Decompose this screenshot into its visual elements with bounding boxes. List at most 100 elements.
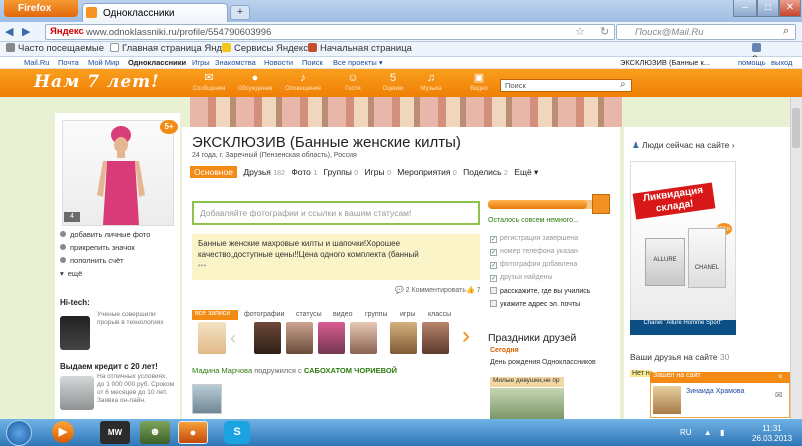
maximize-button[interactable]: □ [757, 0, 779, 17]
tab-groups[interactable]: Группы 0 [324, 167, 359, 177]
close-button[interactable]: ✕ [779, 0, 801, 17]
feed-filter-statuses[interactable]: статусы [296, 311, 322, 318]
portal-link-news[interactable]: Новости [264, 58, 293, 67]
friend-thumb[interactable] [350, 322, 377, 354]
tab-more[interactable]: Ещё ▾ [514, 167, 538, 178]
friend-thumb[interactable] [390, 322, 417, 354]
new-tab-button[interactable]: + [230, 5, 250, 20]
comment-link[interactable]: 💬 2 Комментировать [395, 286, 466, 294]
checklist-item-education[interactable]: расскажите, где вы учились [490, 287, 590, 295]
music-button[interactable]: ♫ Музыка [410, 72, 452, 94]
checklist-item-email[interactable]: укажите адрес эл. почты [490, 300, 580, 308]
portal-link-mail[interactable]: Почта [58, 58, 79, 67]
add-personal-photos-link[interactable]: добавить личные фото [60, 230, 150, 239]
skype-icon[interactable]: S [224, 421, 250, 444]
mw-app-icon[interactable]: MW [100, 421, 130, 444]
phones-ad-image[interactable] [60, 316, 90, 350]
feed-filter-all[interactable]: все записи [192, 310, 238, 320]
ratings-button[interactable]: 5 Оценки [372, 72, 414, 94]
address-bar[interactable]: www.odnoklassniki.ru/profile/55479060399… [45, 24, 615, 40]
video-button[interactable]: ▣ Видео [458, 72, 500, 94]
bookmark-yandex-home[interactable]: Главная страница Янд... [110, 43, 230, 54]
feed-filter-classes[interactable]: классы [428, 311, 451, 318]
feed-avatar[interactable] [192, 384, 222, 414]
gift-icon[interactable] [592, 194, 610, 214]
portal-help-link[interactable]: помощь [738, 58, 766, 67]
friend-thumb[interactable] [254, 322, 281, 354]
portal-link-odnoklassniki[interactable]: Одноклассники [128, 58, 186, 67]
portal-link-mailru[interactable]: Mail.Ru [24, 58, 49, 67]
friend-thumb[interactable] [318, 322, 345, 354]
portal-link-search[interactable]: Поиск [302, 58, 323, 67]
people-online-link[interactable]: ♟ Люди сейчас на сайте › [632, 140, 735, 151]
chevron-right-icon[interactable]: › [462, 322, 470, 350]
portal-link-my-world[interactable]: Мой Мир [88, 58, 119, 67]
profile-photo[interactable] [62, 120, 174, 226]
portal-user-name[interactable]: ЭКСКЛЮЗИВ (Банные к... [620, 58, 710, 67]
search-icon[interactable]: ⌕ [783, 25, 789, 38]
tab-odnoklassniki[interactable]: Одноклассники [82, 3, 228, 22]
scrollbar-thumb[interactable] [792, 108, 800, 148]
forward-arrow-icon[interactable]: ▶ [22, 25, 30, 38]
system-clock[interactable]: 11:31 26.03.2013 [752, 424, 792, 444]
reload-icon[interactable]: ↻ [600, 25, 609, 38]
credit-ad-text[interactable]: На отличных условиях, до 1 000 000 руб. … [97, 373, 175, 405]
game-app-icon[interactable]: ☻ [140, 421, 170, 444]
attach-badge-link[interactable]: прикрепить значок [60, 243, 135, 252]
tab-main[interactable]: Основное [190, 166, 237, 178]
guests-button[interactable]: ☺ Гости [332, 72, 374, 94]
girls-group-image[interactable] [490, 388, 564, 420]
windows-start-icon[interactable] [6, 420, 32, 446]
site-search-input[interactable]: Поиск [500, 79, 632, 92]
firefox-menu-button[interactable]: Firefox [4, 0, 78, 17]
feed-filter-games[interactable]: игры [400, 311, 415, 318]
portal-link-games[interactable]: Игры [192, 58, 210, 67]
feed-actor[interactable]: Мадина Марчова [192, 366, 252, 375]
feed-target[interactable]: САБОХАТОМ ЧОРИЕВОЙ [304, 366, 397, 375]
feed-filter-groups[interactable]: группы [365, 311, 387, 318]
discussions-button[interactable]: ● Обсуждения [234, 72, 276, 94]
tray-expand-icon[interactable]: ▲ [704, 428, 712, 437]
top-up-account-link[interactable]: пополнить счёт [60, 256, 124, 265]
bookmark-yandex-services[interactable]: Сервисы Яндекса [222, 43, 313, 54]
hitech-ad-title[interactable]: Hi-tech: [60, 298, 90, 307]
close-icon[interactable]: × [778, 372, 783, 381]
back-arrow-icon[interactable]: ◀ [5, 25, 13, 38]
like-button[interactable]: 👍 7 [466, 286, 481, 294]
friend-thumb[interactable] [286, 322, 313, 354]
note-more[interactable]: ••• [198, 261, 206, 270]
portal-link-all-projects[interactable]: Все проекты ▾ [333, 58, 383, 67]
tab-games[interactable]: Игры 0 [365, 167, 391, 177]
online-friend-avatar[interactable] [653, 386, 681, 414]
status-note[interactable]: Банные женские махровые килты и шапочки!… [192, 234, 480, 280]
status-input[interactable]: Добавляйте фотографии и ссылки к вашим с… [192, 201, 480, 225]
girls-group-label[interactable]: Милые девушки,не пр [490, 377, 564, 387]
family-icon[interactable] [198, 322, 226, 354]
magnifier-icon[interactable]: ⌕ [620, 79, 626, 90]
media-player-icon[interactable]: ▶ [52, 421, 74, 443]
tab-friends[interactable]: Друзья 182 [243, 167, 285, 177]
more-link[interactable]: ▾ ещё [60, 269, 82, 278]
portal-logout-link[interactable]: выход [771, 58, 792, 67]
tab-shared[interactable]: Поделись 2 [463, 167, 508, 177]
credit-ad-title[interactable]: Выдаем кредит с 20 лет! [60, 362, 158, 371]
site-logo[interactable]: Нам 7 лет! [34, 72, 160, 92]
notifications-button[interactable]: ♪ Оповещения [282, 72, 324, 94]
bookmark-most-visited[interactable]: Часто посещаемые [6, 43, 104, 54]
credit-ad-image[interactable] [60, 376, 94, 410]
holidays-heading[interactable]: Праздники друзей [488, 332, 576, 344]
feed-filter-photos[interactable]: фотографии [244, 311, 284, 318]
star-icon[interactable]: ☆ [575, 25, 585, 38]
tab-events[interactable]: Мероприятия 0 [397, 167, 457, 177]
tab-photos[interactable]: Фото 1 [291, 167, 317, 177]
messages-button[interactable]: ✉ Сообщения [188, 72, 230, 94]
language-indicator[interactable]: RU ▲ ▮ [680, 428, 724, 437]
profile-rating-badge[interactable]: 5+ [160, 120, 178, 134]
bookmark-start-page[interactable]: Начальная страница [308, 43, 412, 54]
minimize-button[interactable]: – [733, 0, 757, 17]
portal-link-dating[interactable]: Знакомства [215, 58, 256, 67]
hitech-ad-text[interactable]: Ученые совершили прорыв в технологиях [97, 311, 175, 327]
envelope-icon[interactable]: ✉ [775, 390, 783, 401]
friends-on-site-heading[interactable]: Ваши друзья на сайте 30 [630, 352, 729, 362]
friend-thumb[interactable] [422, 322, 449, 354]
